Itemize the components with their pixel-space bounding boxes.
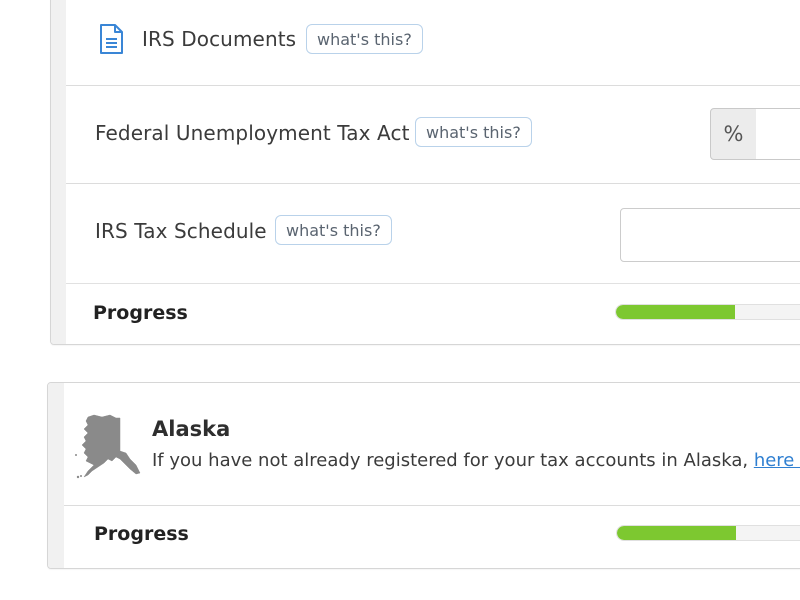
irs-documents-row: IRS Documents what's this? bbox=[66, 0, 800, 86]
page: IRS Documents what's this? Federal Unemp… bbox=[0, 0, 800, 600]
card-left-stripe bbox=[51, 0, 66, 344]
irs-tax-schedule-help-button[interactable]: what's this? bbox=[275, 215, 392, 245]
futa-row: Federal Unemployment Tax Act what's this… bbox=[66, 86, 800, 184]
progress-bar-fill bbox=[617, 526, 736, 540]
document-icon bbox=[96, 22, 126, 56]
irs-documents-label: IRS Documents bbox=[142, 27, 297, 51]
here-is-how-link[interactable]: here is how bbox=[754, 450, 800, 471]
alaska-info: Alaska If you have not already registere… bbox=[64, 383, 800, 506]
futa-rate-input[interactable] bbox=[756, 108, 800, 160]
irs-tax-schedule-row: IRS Tax Schedule what's this? bbox=[66, 184, 800, 284]
card-left-stripe bbox=[48, 383, 64, 568]
progress-bar bbox=[616, 525, 800, 541]
alaska-title: Alaska bbox=[152, 417, 231, 441]
alaska-card: Alaska If you have not already registere… bbox=[47, 382, 800, 569]
progress-bar bbox=[615, 304, 800, 320]
irs-documents-help-button[interactable]: what's this? bbox=[306, 24, 423, 54]
progress-label: Progress bbox=[93, 302, 188, 324]
irs-card: IRS Documents what's this? Federal Unemp… bbox=[50, 0, 800, 345]
irs-progress-row: Progress bbox=[66, 284, 800, 344]
futa-help-button[interactable]: what's this? bbox=[415, 117, 532, 147]
alaska-registration-text: If you have not already registered for y… bbox=[152, 450, 800, 471]
alaska-progress-row: Progress bbox=[64, 506, 800, 568]
progress-label: Progress bbox=[94, 523, 189, 545]
irs-tax-schedule-input[interactable] bbox=[620, 208, 800, 262]
alaska-text-body: If you have not already registered for y… bbox=[152, 450, 754, 471]
percent-addon: % bbox=[710, 108, 757, 160]
irs-tax-schedule-label: IRS Tax Schedule bbox=[95, 219, 267, 243]
progress-bar-fill bbox=[616, 305, 735, 319]
futa-label: Federal Unemployment Tax Act bbox=[95, 121, 410, 145]
alaska-map-icon bbox=[74, 411, 142, 481]
futa-rate-input-group: % bbox=[710, 108, 800, 160]
